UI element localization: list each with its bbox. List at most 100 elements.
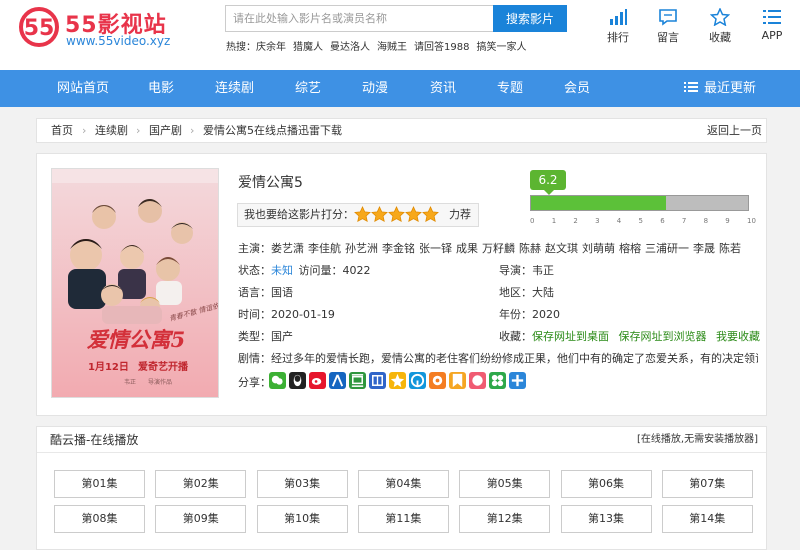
- episode-button[interactable]: 第14集: [661, 505, 753, 533]
- episode-button[interactable]: 第03集: [256, 470, 348, 498]
- cast-member-link[interactable]: 成果: [456, 242, 478, 255]
- episode-button[interactable]: 第09集: [155, 505, 247, 533]
- crumb-series[interactable]: 连续剧: [95, 119, 128, 142]
- cast-member-link[interactable]: 陈赫: [519, 242, 541, 255]
- episode-button[interactable]: 第08集: [54, 505, 145, 533]
- cast-member-link[interactable]: 张一铎: [419, 242, 452, 255]
- episode-button[interactable]: 第02集: [155, 470, 247, 498]
- cast-member-link[interactable]: 万籽麟: [482, 242, 515, 255]
- cast-member-link[interactable]: 李金铭: [382, 242, 415, 255]
- hot-item[interactable]: 猎魔人: [293, 42, 323, 53]
- douban-icon[interactable]: [349, 372, 366, 389]
- renren-icon[interactable]: [329, 372, 346, 389]
- movie-detail: 爱情公寓5 1月12日 爱奇艺开播 韦正 导演作品 青春不散 情谊依旧 爱情公寓…: [36, 153, 767, 416]
- save-to-desktop-link[interactable]: 保存网址到桌面: [532, 330, 609, 343]
- weibo-icon[interactable]: [309, 372, 326, 389]
- app-label: APP: [761, 29, 783, 42]
- site-logo[interactable]: 55 55影视站 www.55video.xyz: [18, 5, 170, 50]
- add-favorite-link[interactable]: 我要收藏: [716, 330, 760, 343]
- ranking-link[interactable]: 排行: [596, 8, 640, 45]
- play-source-title: 酷云播-在线播放: [50, 433, 139, 447]
- favorite-link[interactable]: 收藏: [698, 8, 742, 45]
- message-icon: [659, 9, 677, 26]
- nav-item-movies[interactable]: 电影: [148, 70, 174, 107]
- star-icon[interactable]: [354, 206, 371, 223]
- crumb-category[interactable]: 国产剧: [149, 119, 182, 142]
- more-icon[interactable]: [509, 372, 526, 389]
- kaixin-icon[interactable]: [429, 372, 446, 389]
- app-link[interactable]: APP: [750, 8, 794, 42]
- cast-member-link[interactable]: 陈若: [719, 242, 741, 255]
- episode-button[interactable]: 第07集: [661, 470, 753, 498]
- episode-button[interactable]: 第05集: [459, 470, 551, 498]
- language-row: 语言：国语: [238, 284, 293, 300]
- nav-item-member[interactable]: 会员: [564, 70, 590, 107]
- alipay-icon[interactable]: [409, 372, 426, 389]
- nav-item-home[interactable]: 网站首页: [57, 70, 109, 107]
- qzone-icon[interactable]: [389, 372, 406, 389]
- search-button[interactable]: 搜索影片: [493, 5, 567, 32]
- cast-member-link[interactable]: 孙艺洲: [345, 242, 378, 255]
- cast-member-link[interactable]: 李晟: [693, 242, 715, 255]
- list-icon: [684, 82, 698, 92]
- region-label: 地区：: [499, 286, 532, 299]
- cast-member-link[interactable]: 赵文琪: [545, 242, 578, 255]
- episode-button[interactable]: 第11集: [357, 505, 449, 533]
- nav-item-topics[interactable]: 专题: [497, 70, 523, 107]
- plot-text: 经过多年的爱情长跑，爱情公寓的老住客们纷纷修成正果，他们中有的确定了恋爱关系，有…: [271, 352, 758, 365]
- nav-item-news[interactable]: 资讯: [430, 70, 456, 107]
- bookmark-icon[interactable]: [449, 372, 466, 389]
- score-badge: 6.2: [530, 170, 566, 195]
- hot-item[interactable]: 海贼王: [377, 42, 407, 53]
- movie-poster[interactable]: 爱情公寓5 1月12日 爱奇艺开播 韦正 导演作品 青春不散 情谊依旧: [51, 168, 219, 398]
- year-value: 2020: [532, 308, 560, 321]
- star-icon[interactable]: [371, 206, 388, 223]
- back-link[interactable]: 返回上一页: [707, 119, 762, 142]
- cast-member-link[interactable]: 榕榕: [619, 242, 641, 255]
- episode-button[interactable]: 第10集: [256, 505, 348, 533]
- rating-stars[interactable]: [354, 206, 439, 224]
- status-value: 未知: [271, 264, 293, 277]
- plot-label: 剧情：: [238, 352, 271, 365]
- star-icon[interactable]: [422, 206, 439, 223]
- hot-item[interactable]: 曼达洛人: [330, 42, 370, 53]
- star-icon[interactable]: [388, 206, 405, 223]
- episode-button[interactable]: 第12集: [459, 505, 551, 533]
- score-tick-label: 1: [551, 217, 557, 225]
- director-label: 导演：: [499, 264, 532, 277]
- episode-button[interactable]: 第04集: [357, 470, 449, 498]
- score-tick-label: 4: [616, 217, 622, 225]
- star-icon[interactable]: [405, 206, 422, 223]
- score-tick-label: 3: [595, 217, 600, 225]
- nav-item-series[interactable]: 连续剧: [215, 70, 254, 107]
- nav-item-variety[interactable]: 综艺: [295, 70, 321, 107]
- search-input[interactable]: [225, 5, 495, 32]
- cast-member-link[interactable]: 刘萌萌: [582, 242, 615, 255]
- cast-list: 娄艺潇 李佳航 孙艺洲 李金铭 张一铎 成果 万籽麟 陈赫 赵文琪 刘萌萌 榕榕 三浦研一 李晟 陈若: [271, 242, 745, 255]
- save-to-browser-link[interactable]: 保存网址到浏览器: [619, 330, 707, 343]
- clover-icon[interactable]: [489, 372, 506, 389]
- episode-button[interactable]: 第06集: [560, 470, 652, 498]
- qq-icon[interactable]: [289, 372, 306, 389]
- nav-item-latest[interactable]: 最近更新: [684, 70, 756, 107]
- message-link[interactable]: 留言: [646, 8, 690, 45]
- director-row: 导演：韦正: [499, 262, 554, 278]
- hot-item[interactable]: 庆余年: [256, 42, 286, 53]
- poster-release: 1月12日: [88, 361, 129, 373]
- hot-item[interactable]: 请回答1988: [414, 42, 469, 53]
- ranking-label: 排行: [607, 31, 629, 44]
- rating-verdict: 力荐: [449, 208, 471, 221]
- nav-item-anime[interactable]: 动漫: [362, 70, 388, 107]
- hot-item[interactable]: 搞笑一家人: [476, 42, 526, 53]
- tieba-icon[interactable]: [369, 372, 386, 389]
- poster-credit-2: 导演作品: [148, 378, 172, 386]
- cast-member-link[interactable]: 李佳航: [308, 242, 341, 255]
- cast-member-link[interactable]: 娄艺潇: [271, 242, 304, 255]
- crumb-home[interactable]: 首页: [51, 119, 73, 142]
- episode-button[interactable]: 第01集: [54, 470, 145, 498]
- wechat-icon[interactable]: [269, 372, 286, 389]
- cast-member-link[interactable]: 三浦研一: [645, 242, 689, 255]
- svg-text:55: 55: [24, 16, 55, 41]
- pengyou-icon[interactable]: [469, 372, 486, 389]
- episode-button[interactable]: 第13集: [560, 505, 652, 533]
